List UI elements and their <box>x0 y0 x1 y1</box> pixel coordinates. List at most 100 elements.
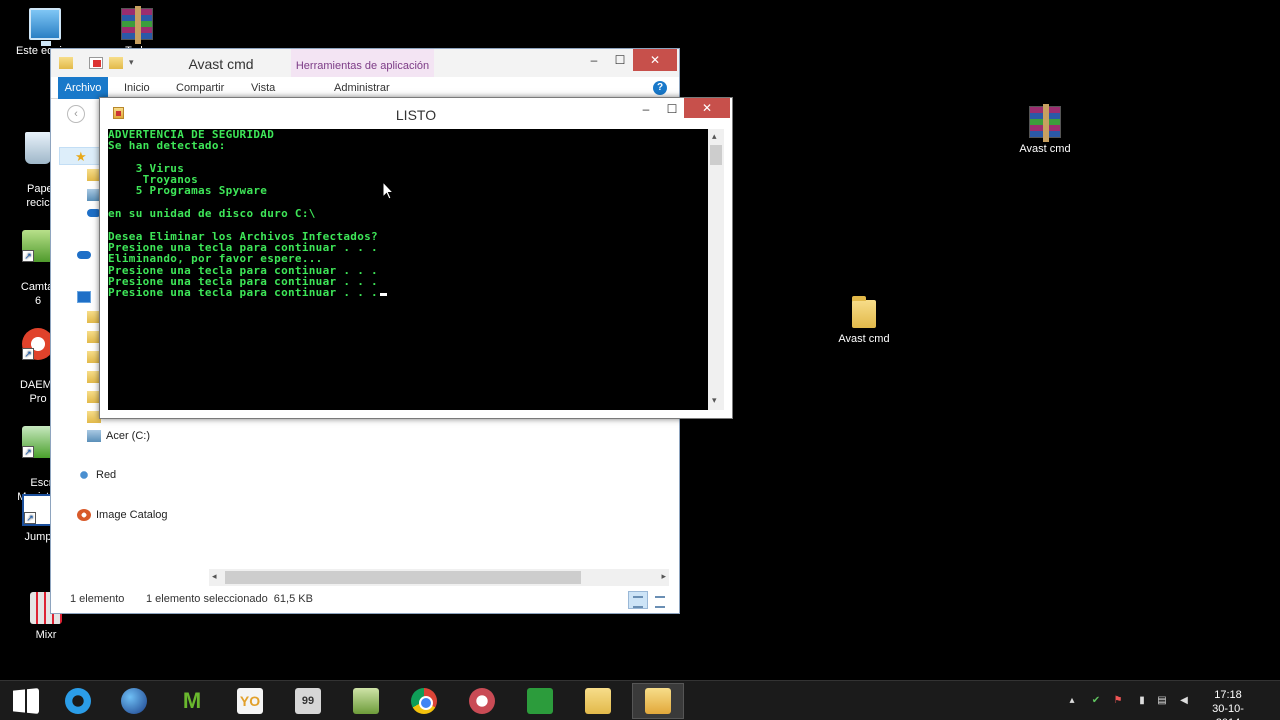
computer-icon <box>29 8 61 46</box>
onedrive-icon <box>77 251 91 259</box>
console-lines: ADVERTENCIA DE SEGURIDAD Se han detectado… <box>108 129 708 298</box>
windows-logo-icon <box>13 688 39 714</box>
nav-item-favorites[interactable]: ★ <box>75 149 89 165</box>
taskbar-avast-cmd[interactable] <box>632 683 684 719</box>
explorer-titlebar[interactable]: ▾ Herramientas de aplicación Avast cmd –… <box>51 49 679 77</box>
taskbar-google-earth[interactable] <box>108 683 160 719</box>
network-icon <box>77 469 91 481</box>
nav-item-this-pc[interactable] <box>77 291 91 303</box>
star-icon: ★ <box>75 149 87 164</box>
show-hidden-icons-icon[interactable]: ▴ <box>1066 695 1078 707</box>
maximize-button[interactable]: ☐ <box>607 49 633 71</box>
console-titlebar[interactable]: LISTO – ☐ ✕ <box>100 98 732 129</box>
taskbar-camtasia[interactable] <box>340 683 392 719</box>
chrome-icon <box>411 688 437 714</box>
nav-item-label: Image Catalog <box>96 509 168 521</box>
clock-time: 17:18 <box>1214 689 1242 701</box>
network-icon[interactable]: ▤ <box>1156 695 1168 707</box>
taskbar-file-explorer[interactable] <box>572 683 624 719</box>
scroll-down-icon[interactable]: ▾ <box>712 395 717 406</box>
taskbar-store[interactable] <box>514 683 566 719</box>
scroll-left-icon[interactable]: ◂ <box>212 571 217 582</box>
recycle-bin-icon <box>25 132 51 164</box>
desktop-icon-label: Avast cmd <box>1019 143 1071 155</box>
nav-item-image-catalog[interactable]: Image Catalog <box>77 509 168 521</box>
ribbon-tabs: Archivo Inicio Compartir Vista Administr… <box>51 77 679 99</box>
avast-cmd-icon <box>645 688 671 714</box>
nav-item-acer-c[interactable]: Acer (C:) <box>87 430 150 442</box>
google-earth-icon <box>121 688 147 714</box>
image-catalog-icon <box>77 509 91 521</box>
large-icons-view-button[interactable] <box>650 591 670 609</box>
tab-archivo[interactable]: Archivo <box>58 77 108 99</box>
tab-inicio[interactable]: Inicio <box>124 77 150 99</box>
selection-info: 1 elemento seleccionado 61,5 KB <box>146 593 313 605</box>
minimize-button[interactable]: – <box>632 98 660 120</box>
desktop-icon-label: Jump <box>24 531 52 543</box>
taskbar-movistar[interactable]: M <box>166 683 218 719</box>
nav-item-label: Red <box>96 469 117 481</box>
console-line: Presione una tecla para continuar . . . <box>108 287 708 298</box>
vertical-scrollbar[interactable]: ▴ ▾ <box>708 129 724 410</box>
shortcut-arrow-icon: ↗ <box>24 512 36 524</box>
taskbar-99[interactable]: 99 <box>282 683 334 719</box>
console-window: LISTO – ☐ ✕ ADVERTENCIA DE SEGURIDAD Se h… <box>99 97 733 419</box>
nav-item-red[interactable]: Red <box>77 469 116 481</box>
back-button[interactable]: ‹ <box>67 105 85 123</box>
text-cursor <box>379 293 387 297</box>
taskbar-chrome[interactable] <box>398 683 450 719</box>
close-button[interactable]: ✕ <box>633 49 677 71</box>
clock[interactable]: 17:18 30-10-2014 <box>1203 688 1253 720</box>
yo-app-icon: YO <box>237 688 263 714</box>
console-line: 5 Programas Spyware <box>108 184 268 198</box>
winrar-archive-icon <box>1029 104 1061 142</box>
flag-icon[interactable]: ⚑ <box>1112 695 1124 707</box>
scroll-up-icon[interactable]: ▴ <box>712 131 717 142</box>
scrollbar-thumb[interactable] <box>225 571 581 584</box>
scroll-right-icon[interactable]: ▸ <box>661 571 666 582</box>
scrollbar-thumb[interactable] <box>710 145 722 165</box>
taskbar-internet-explorer[interactable] <box>52 683 104 719</box>
camtasia-icon <box>353 688 379 714</box>
battery-icon[interactable]: ▮ <box>1136 695 1148 707</box>
taskbar-snipping[interactable] <box>456 683 508 719</box>
console-line: en su unidad de disco duro C:\ <box>108 207 316 221</box>
maximize-button[interactable]: ☐ <box>660 98 684 120</box>
movistar-icon: M <box>182 688 202 713</box>
desktop-icon-label: Mixr <box>35 629 57 641</box>
console-line: Eliminando, por favor espere... <box>108 252 323 266</box>
store-icon <box>527 688 553 714</box>
taskbar: M YO 99 ▴ ✔ ⚑ ▮ ▤ ◀ 17:18 30-10-2014 <box>0 680 1280 720</box>
file-explorer-icon <box>585 688 611 714</box>
shortcut-arrow-icon: ↗ <box>22 250 34 262</box>
clock-date: 30-10-2014 <box>1212 703 1244 720</box>
tab-compartir[interactable]: Compartir <box>176 77 224 99</box>
security-icon[interactable]: ✔ <box>1090 695 1102 707</box>
folder-icon <box>852 296 876 328</box>
horizontal-scrollbar[interactable]: ◂ ▸ <box>209 569 669 586</box>
internet-explorer-icon <box>65 688 91 714</box>
desktop-icon-avast-cmd-folder[interactable]: Avast cmd <box>826 296 902 346</box>
desktop-icon-avast-cmd-archive[interactable]: Avast cmd <box>1007 104 1083 156</box>
close-button[interactable]: ✕ <box>684 98 730 118</box>
nav-item-onedrive-root[interactable] <box>77 251 91 259</box>
computer-icon <box>77 291 91 303</box>
start-button[interactable] <box>0 683 52 719</box>
minimize-button[interactable]: – <box>581 49 607 71</box>
mouse-pointer-icon <box>382 181 394 200</box>
shortcut-arrow-icon: ↗ <box>22 348 34 360</box>
console-line: Se han detectado: <box>108 139 226 153</box>
tab-vista[interactable]: Vista <box>251 77 275 99</box>
details-view-button[interactable] <box>628 591 648 609</box>
status-bar: 1 elemento 1 elemento seleccionado 61,5 … <box>51 585 679 613</box>
taskbar-yo[interactable]: YO <box>224 683 276 719</box>
desktop: Este equipo Todo Papele recic ↗ Camtasia… <box>0 0 1280 720</box>
volume-icon[interactable]: ◀ <box>1178 695 1190 707</box>
tab-administrar[interactable]: Administrar <box>334 77 390 99</box>
console-line: 3 Virus <box>108 161 185 175</box>
help-icon[interactable]: ? <box>653 81 667 95</box>
desktop-icon-label: Avast cmd <box>838 333 890 345</box>
console-output[interactable]: ADVERTENCIA DE SEGURIDAD Se han detectado… <box>108 129 708 410</box>
